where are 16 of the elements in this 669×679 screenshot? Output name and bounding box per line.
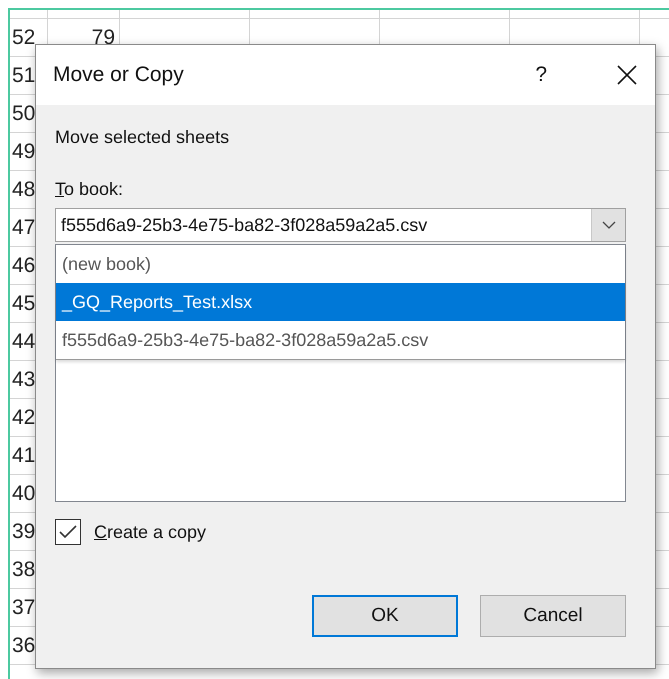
check-icon [59, 525, 77, 539]
cancel-button[interactable]: Cancel [480, 595, 626, 637]
help-button[interactable]: ? [535, 63, 547, 87]
instruction-text: Move selected sheets [55, 127, 230, 148]
to-book-label: To book: [55, 179, 124, 200]
chevron-down-icon [602, 221, 616, 229]
checkbox-label: Create a copy [94, 522, 206, 542]
sheet-list[interactable]: (new book) _GQ_Reports_Test.xlsx f555d6a9-25b3-4e75-ba82-3f028a59a2a5.csv [55, 244, 626, 502]
checkbox[interactable] [55, 519, 81, 545]
dropdown-option[interactable]: _GQ_Reports_Test.xlsx [56, 283, 625, 321]
close-icon[interactable] [617, 65, 637, 85]
dropdown-option[interactable]: f555d6a9-25b3-4e75-ba82-3f028a59a2a5.csv [56, 321, 625, 359]
to-book-combo[interactable]: f555d6a9-25b3-4e75-ba82-3f028a59a2a5.csv [55, 208, 626, 242]
dialog-title: Move or Copy [53, 63, 185, 87]
ok-button[interactable]: OK [312, 595, 458, 637]
dropdown-option[interactable]: (new book) [56, 245, 625, 283]
